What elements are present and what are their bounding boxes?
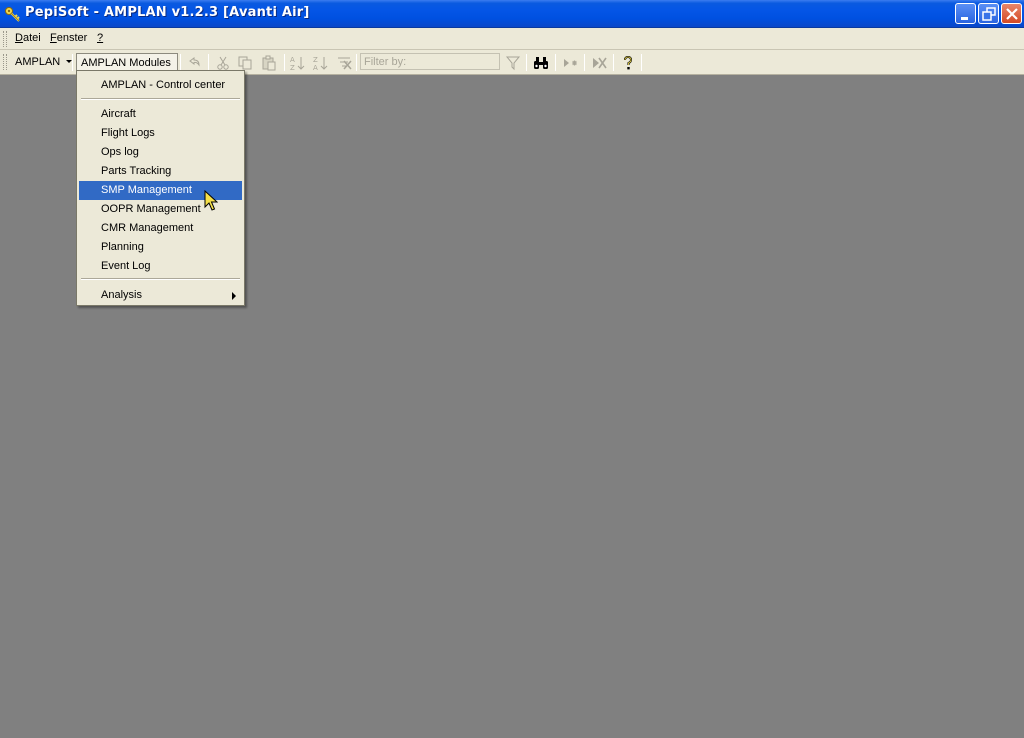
menubar-grip[interactable] (3, 31, 7, 47)
close-button[interactable] (1001, 3, 1022, 24)
menu-datei[interactable]: Datei (15, 32, 41, 44)
toolbar-grip[interactable] (3, 54, 7, 70)
menu-item-aircraft[interactable]: Aircraft (79, 105, 242, 124)
menu-item-parts-tracking[interactable]: Parts Tracking (79, 162, 242, 181)
title-bar[interactable]: PepiSoft - AMPLAN v1.2.3 [Avanti Air] (0, 0, 1024, 28)
key-icon (5, 7, 20, 22)
restore-button[interactable] (978, 3, 999, 24)
restore-icon (982, 7, 996, 21)
menu-item-ops-log[interactable]: Ops log (79, 143, 242, 162)
menu-bar: Datei Fenster ? (0, 28, 1024, 50)
window-title: PepiSoft - AMPLAN v1.2.3 [Avanti Air] (25, 5, 310, 20)
menu-item-event-log[interactable]: Event Log (79, 257, 242, 276)
binoculars-icon[interactable] (533, 55, 549, 71)
clear-sort-icon[interactable] (336, 55, 352, 71)
menu-item-cmr-management[interactable]: CMR Management (79, 219, 242, 238)
menu-help[interactable]: ? (97, 32, 103, 44)
filter-icon[interactable] (505, 55, 521, 71)
svg-text:Z: Z (313, 56, 318, 64)
minimize-icon (961, 17, 968, 20)
sort-ascending-icon[interactable]: AZ (289, 55, 305, 71)
close-icon (1006, 8, 1018, 20)
mouse-cursor-icon (204, 190, 218, 211)
svg-text:A: A (290, 56, 295, 64)
modules-dropdown-menu: AMPLAN - Control center Aircraft Flight … (76, 70, 245, 306)
menu-item-analysis[interactable]: Analysis (79, 286, 242, 305)
menu-item-control-center[interactable]: AMPLAN - Control center (79, 76, 242, 95)
sort-descending-icon[interactable]: ZA (312, 55, 328, 71)
amplan-dropdown-button[interactable]: AMPLAN (15, 53, 73, 72)
menu-fenster[interactable]: Fenster (50, 32, 87, 44)
menu-item-flight-logs[interactable]: Flight Logs (79, 124, 242, 143)
cut-icon[interactable] (215, 55, 231, 71)
menu-item-planning[interactable]: Planning (79, 238, 242, 257)
minimize-button[interactable] (955, 3, 976, 24)
svg-text:Z: Z (290, 64, 295, 71)
filter-selection-icon[interactable] (562, 55, 578, 71)
copy-icon[interactable] (237, 55, 253, 71)
paste-icon[interactable] (261, 55, 277, 71)
filter-input[interactable]: Filter by: (360, 53, 500, 70)
remove-filter-icon[interactable] (591, 55, 607, 71)
undo-icon[interactable] (186, 55, 202, 71)
help-icon[interactable] (620, 55, 636, 71)
svg-text:A: A (313, 64, 318, 71)
submenu-arrow-icon (232, 292, 236, 300)
